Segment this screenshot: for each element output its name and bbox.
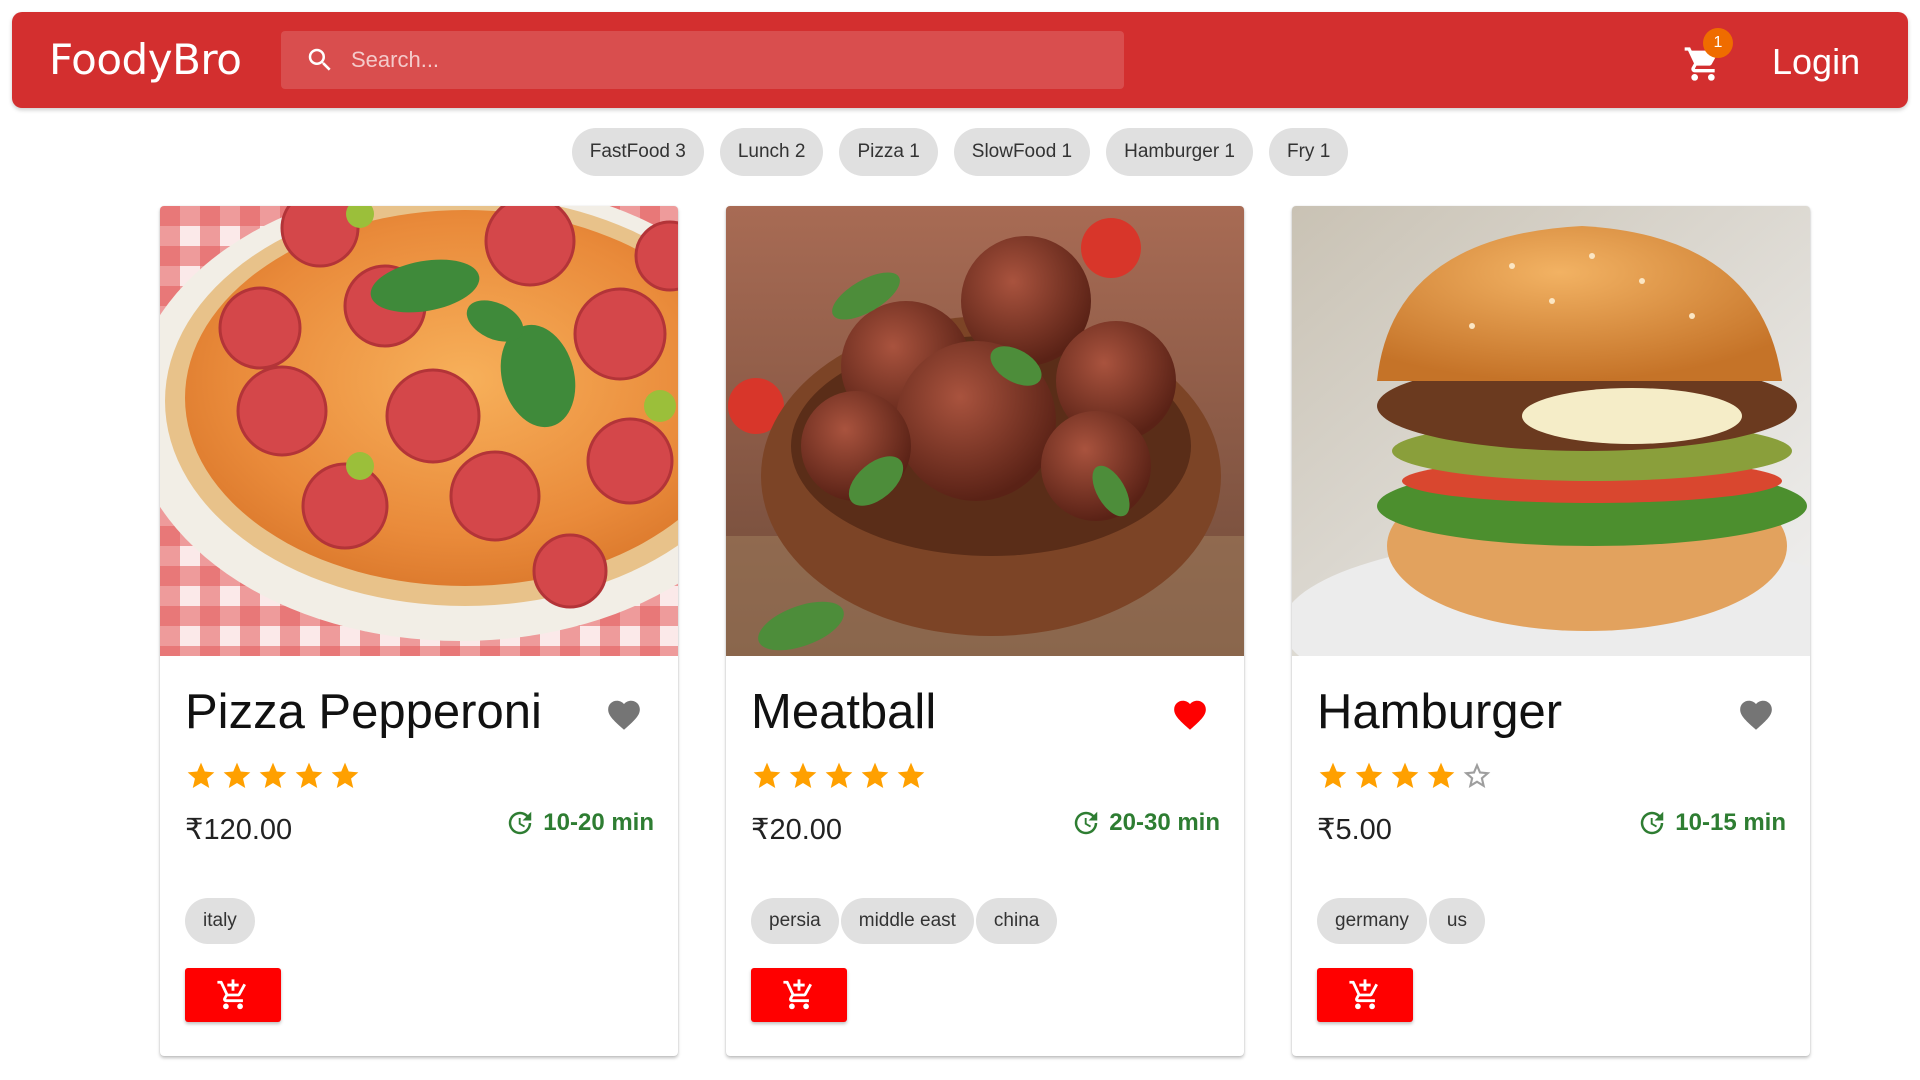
star-icon	[187, 762, 215, 788]
top-navbar: FoodyBro 1 Login	[12, 12, 1908, 108]
origin-tag: germany	[1317, 898, 1427, 944]
star-icon	[1355, 762, 1383, 788]
food-image-meatball[interactable]	[726, 206, 1244, 656]
search-box[interactable]	[281, 31, 1124, 89]
star-icon	[259, 762, 287, 788]
star-icon	[789, 762, 817, 788]
search-icon	[308, 48, 331, 71]
clock-icon	[509, 811, 532, 835]
pizza-photo	[160, 206, 678, 656]
origin-tag: china	[975, 898, 1058, 944]
star-icon	[331, 762, 359, 788]
cook-time: 10-20 min	[505, 808, 654, 838]
tag-chip-hamburger[interactable]: Hamburger 1	[1106, 128, 1253, 176]
star-outline-icon	[1463, 762, 1491, 788]
origin-tag: italy	[185, 898, 255, 944]
star-icon	[223, 762, 251, 788]
star-rating	[1317, 760, 1493, 792]
hamburger-photo	[1292, 206, 1810, 656]
food-title: Pizza Pepperoni	[185, 685, 542, 739]
origin-tags: persia middle east china	[751, 898, 1058, 944]
food-image-hamburger[interactable]	[1292, 206, 1810, 656]
origin-tag: persia	[751, 898, 839, 944]
food-card-meatball[interactable]: Meatball ₹20.00 20-30 min persia middle …	[726, 206, 1244, 1056]
cook-time: 10-15 min	[1637, 808, 1786, 838]
cart-count-badge: 1	[1703, 28, 1733, 58]
star-icon	[825, 762, 853, 788]
star-rating	[185, 760, 361, 792]
cook-time-label: 20-30 min	[1109, 809, 1220, 836]
star-icon	[897, 762, 925, 788]
food-price: ₹5.00	[1317, 814, 1392, 846]
tag-chip-lunch[interactable]: Lunch 2	[719, 128, 824, 176]
search-input[interactable]	[351, 31, 1091, 89]
star-icon	[1319, 762, 1347, 788]
brand-logo[interactable]: FoodyBro	[49, 12, 242, 108]
tag-chip-slowfood[interactable]: SlowFood 1	[953, 128, 1091, 176]
food-card-hamburger[interactable]: Hamburger ₹5.00 10-15 min germany us	[1292, 206, 1810, 1056]
food-image-pizza[interactable]	[160, 206, 678, 656]
tag-filter-bar: FastFood 3 Lunch 2 Pizza 1 SlowFood 1 Ha…	[0, 128, 1920, 176]
heart-icon[interactable]	[1171, 696, 1209, 734]
star-icon	[861, 762, 889, 788]
add-shopping-cart-icon	[783, 979, 812, 1010]
add-shopping-cart-icon	[217, 979, 246, 1010]
star-icon	[1427, 762, 1455, 788]
add-shopping-cart-icon	[1349, 979, 1378, 1010]
meatball-photo	[726, 206, 1244, 656]
heart-icon[interactable]	[1737, 696, 1775, 734]
star-icon	[1391, 762, 1419, 788]
food-card-pizza[interactable]: Pizza Pepperoni ₹120.00 10-20 min italy	[160, 206, 678, 1056]
origin-tags: italy	[185, 898, 255, 944]
food-title: Meatball	[751, 685, 937, 739]
add-to-cart-button[interactable]	[751, 968, 847, 1022]
tag-chip-pizza[interactable]: Pizza 1	[839, 128, 938, 176]
add-to-cart-button[interactable]	[1317, 968, 1413, 1022]
heart-icon[interactable]	[605, 696, 643, 734]
origin-tag: middle east	[840, 898, 974, 944]
origin-tags: germany us	[1317, 898, 1485, 944]
food-title: Hamburger	[1317, 685, 1563, 739]
clock-icon	[1075, 811, 1098, 835]
food-price: ₹20.00	[751, 814, 843, 846]
food-price: ₹120.00	[185, 814, 293, 846]
star-icon	[295, 762, 323, 788]
cook-time-label: 10-15 min	[1675, 809, 1786, 836]
login-link[interactable]: Login	[1772, 12, 1860, 108]
tag-chip-fry[interactable]: Fry 1	[1269, 128, 1349, 176]
tag-chip-fastfood[interactable]: FastFood 3	[571, 128, 704, 176]
clock-icon	[1641, 811, 1664, 835]
cook-time-label: 10-20 min	[543, 809, 654, 836]
star-rating	[751, 760, 927, 792]
star-icon	[753, 762, 781, 788]
add-to-cart-button[interactable]	[185, 968, 281, 1022]
origin-tag: us	[1428, 898, 1485, 944]
cook-time: 20-30 min	[1071, 808, 1220, 838]
